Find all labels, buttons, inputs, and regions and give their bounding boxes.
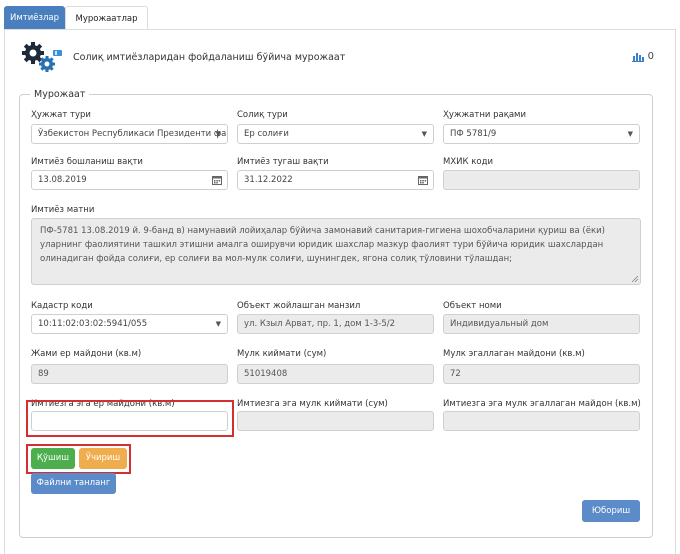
resize-grip-icon[interactable] [631, 275, 639, 283]
mxik-input[interactable] [443, 170, 640, 190]
benefit-text-value: ПФ-5781 13.08.2019 й. 9-банд в) намунави… [40, 226, 605, 264]
land-area-label: Жами ер майдони (кв.м) [31, 349, 142, 359]
land-area-input[interactable]: 89 [31, 364, 228, 384]
panel-border-right [675, 29, 676, 554]
occupied-area-input[interactable]: 72 [443, 364, 640, 384]
panel-border-left [4, 29, 5, 554]
stats-indicator[interactable]: 0 [631, 51, 654, 62]
tax-type-label: Солиқ тури [237, 110, 288, 120]
remove-button[interactable]: Ўчириш [79, 448, 127, 469]
mxik-label: МХИК коди [443, 157, 493, 167]
chevron-down-icon: ▼ [215, 130, 221, 138]
object-name-input[interactable]: Индивидуальный дом [443, 314, 640, 334]
add-button[interactable]: Қўшиш [31, 448, 75, 469]
doc-number-select[interactable]: ПФ 5781/9 ▼ [443, 124, 640, 144]
benefit-text-area[interactable]: ПФ-5781 13.08.2019 й. 9-банд в) намунави… [31, 218, 641, 285]
doc-type-select[interactable]: Ўзбекистон Республикаси Президенти фар ▼ [31, 124, 228, 144]
address-input[interactable]: ул. Кзыл Арват, пр. 1, дом 1-3-5/2 [237, 314, 434, 334]
end-date-value: 31.12.2022 [244, 175, 293, 185]
benefit-property-value-input[interactable] [237, 411, 434, 431]
tax-type-select[interactable]: Ер солиғи ▼ [237, 124, 434, 144]
benefit-property-value-label: Имтиезга эга мулк киймати (сум) [237, 399, 388, 409]
calendar-icon[interactable] [212, 175, 222, 185]
tab-benefits[interactable]: Имтиёзлар [4, 6, 65, 30]
tab-bar: Имтиёзлар Мурожаатлар [4, 6, 148, 30]
benefit-occupied-area-input[interactable] [443, 411, 640, 431]
bar-chart-icon [631, 52, 644, 62]
tax-type-value: Ер солиғи [244, 129, 289, 139]
benefit-occupied-area-label: Имтиезга эга мулк эгаллаган майдон (кв.м… [443, 399, 641, 409]
send-button[interactable]: Юбориш [582, 500, 640, 522]
calendar-icon[interactable] [418, 175, 428, 185]
stats-count: 0 [647, 51, 654, 62]
tab-requests[interactable]: Мурожаатлар [65, 6, 148, 30]
property-value-input[interactable]: 51019408 [237, 364, 434, 384]
page-title: Солиқ имтиёзларидан фойдаланиш бўйича му… [73, 52, 346, 63]
start-date-label: Имтиёз бошланиш вақти [31, 157, 143, 167]
occupied-area-label: Мулк эгаллаган майдони (кв.м) [443, 349, 585, 359]
chevron-down-icon: ▼ [627, 130, 633, 138]
tab-divider [4, 29, 676, 30]
benefit-text-label: Имтиёз матни [31, 205, 95, 215]
chevron-down-icon: ▼ [421, 130, 427, 138]
doc-number-label: Ҳужжатни рақами [443, 110, 526, 120]
doc-number-value: ПФ 5781/9 [450, 129, 497, 139]
chevron-down-icon: ▼ [215, 320, 221, 328]
cadastre-label: Кадастр коди [31, 301, 93, 311]
doc-type-label: Ҳужжат тури [31, 110, 91, 120]
address-label: Объект жойлашган манзил [237, 301, 361, 311]
start-date-value: 13.08.2019 [38, 175, 87, 185]
fieldset-legend: Мурожаат [34, 89, 86, 100]
property-value-label: Мулк киймати (сум) [237, 349, 327, 359]
cadastre-select[interactable]: 10:11:02:03:02:5941/055 ▼ [31, 314, 228, 334]
highlight-box-input [26, 400, 234, 437]
object-name-label: Объект номи [443, 301, 502, 311]
end-date-input[interactable]: 31.12.2022 [237, 170, 434, 190]
doc-type-value: Ўзбекистон Республикаси Президенти фар [38, 129, 228, 139]
start-date-input[interactable]: 13.08.2019 [31, 170, 228, 190]
cadastre-value: 10:11:02:03:02:5941/055 [38, 319, 148, 329]
gears-logo-icon [22, 42, 62, 72]
end-date-label: Имтиёз тугаш вақти [237, 157, 329, 167]
choose-file-button[interactable]: Файлни танланг [31, 473, 116, 494]
